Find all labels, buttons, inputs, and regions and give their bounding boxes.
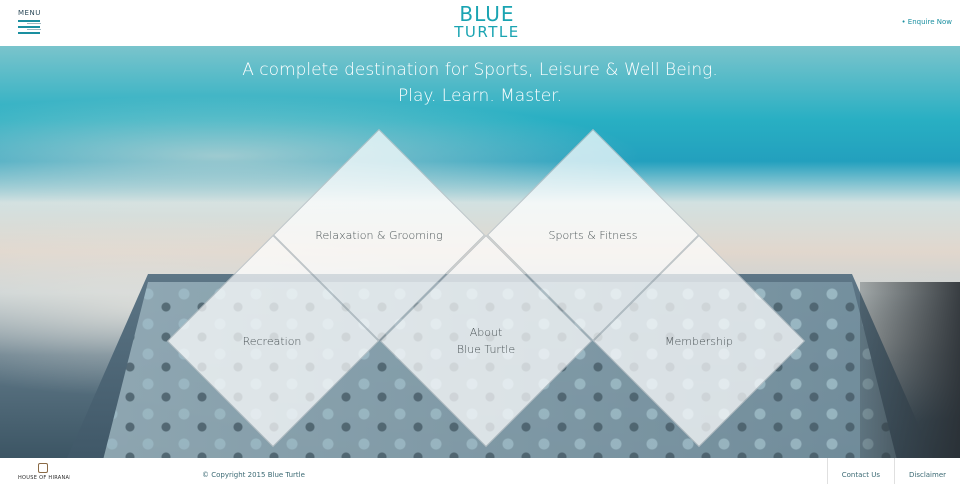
hero-section: A complete destination for Sports, Leisu… xyxy=(0,46,960,458)
disclaimer-link[interactable]: Disclaimer xyxy=(893,458,960,484)
menu-label: MENU xyxy=(18,9,41,17)
blue-turtle-logo[interactable]: BLUE TURTLE xyxy=(452,2,522,42)
diamond-nav: Relaxation & Grooming Sports & Fitness R… xyxy=(0,46,960,458)
partner-logo-text: HOUSE OF HIRANANDANI xyxy=(18,475,70,481)
contact-us-link[interactable]: Contact Us xyxy=(826,458,894,484)
hamburger-icon xyxy=(18,20,41,36)
site-header: MENU BLUE TURTLE • Enquire Now xyxy=(0,0,960,46)
site-footer: HOUSE OF HIRANANDANI © Copyright 2015 Bl… xyxy=(0,458,960,484)
copyright-text: © Copyright 2015 Blue Turtle xyxy=(202,471,305,479)
logo-line2: TURTLE xyxy=(454,23,520,41)
hiranandani-logo[interactable]: HOUSE OF HIRANANDANI xyxy=(18,461,70,484)
footer-links: Contact Us Disclaimer xyxy=(826,458,960,484)
menu-button[interactable]: MENU xyxy=(18,9,48,37)
logo-line1: BLUE xyxy=(452,2,522,26)
enquire-now-link[interactable]: • Enquire Now xyxy=(901,18,952,26)
crest-icon xyxy=(38,463,48,473)
